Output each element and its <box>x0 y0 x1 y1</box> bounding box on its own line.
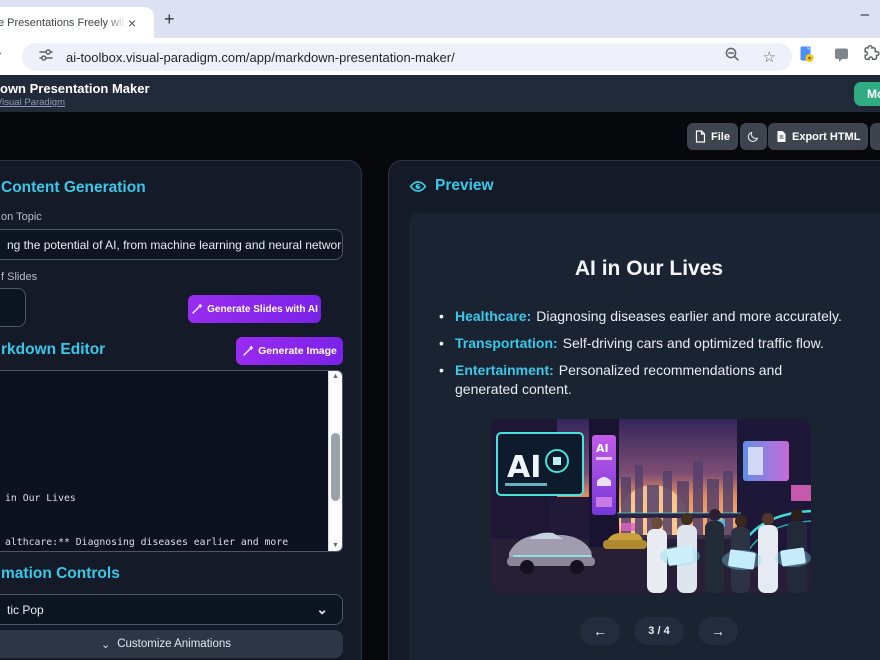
slide-bullet-list: • Healthcare: Diagnosing diseases earlier… <box>439 307 871 407</box>
editor-line <box>5 449 341 464</box>
editor-line: althcare:** Diagnosing diseases earlier … <box>5 536 341 551</box>
address-bar[interactable]: ai-toolbox.visual-paradigm.com/app/markd… <box>22 43 792 71</box>
animation-heading: mation Controls <box>1 565 120 583</box>
zoom-indicator-icon[interactable] <box>724 46 741 68</box>
generation-heading: Content Generation <box>1 179 146 197</box>
extension-icon-docs[interactable] <box>797 45 815 68</box>
bullet-dot: • <box>439 361 455 399</box>
preview-heading: Preview <box>409 177 494 195</box>
new-tab-button[interactable]: + <box>164 9 175 30</box>
next-slide-button[interactable]: → <box>698 617 738 645</box>
slide-title: AI in Our Lives <box>409 257 880 281</box>
file-icon <box>695 130 706 143</box>
customize-animations-button[interactable]: ⌄ Customize Animations <box>0 630 343 658</box>
editor-line <box>5 405 341 420</box>
app-title: own Presentation Maker <box>0 81 150 96</box>
extension-icon-gray[interactable] <box>833 46 850 68</box>
slide-count-input[interactable] <box>0 288 26 327</box>
slide-image: AI AI <box>491 419 811 593</box>
url-text: ai-toolbox.visual-paradigm.com/app/markd… <box>66 50 455 65</box>
reload-icon[interactable]: ⟳ <box>0 46 2 64</box>
tab-title: e Presentations Freely with <box>0 17 126 29</box>
editor-scrollbar[interactable]: ▲ ▼ <box>328 371 342 551</box>
extensions-puzzle-icon[interactable] <box>862 44 880 68</box>
bookmark-star-icon[interactable]: ☆ <box>763 48 776 66</box>
toolbar-button-clipped[interactable] <box>870 123 880 150</box>
more-button[interactable]: More <box>854 82 880 106</box>
slide-navigation: ← 3 / 4 → <box>419 617 880 645</box>
topic-label: on Topic <box>1 211 42 223</box>
moon-icon <box>747 130 760 143</box>
theme-toggle-button[interactable] <box>740 123 767 150</box>
slide-counter: 3 / 4 <box>634 617 684 645</box>
slide-bullet: • Transportation: Self-driving cars and o… <box>439 334 871 353</box>
bullet-text: Self-driving cars and optimized traffic … <box>563 335 824 351</box>
magic-wand-icon <box>242 345 254 357</box>
minimize-button[interactable]: – <box>861 6 869 23</box>
animation-style-value: tic Pop <box>7 603 44 617</box>
topic-input-value: ng the potential of AI, from machine lea… <box>7 238 343 252</box>
slide-preview: AI in Our Lives • Healthcare: Diagnosing … <box>409 213 880 660</box>
eye-icon <box>409 178 427 195</box>
editor-line: in Our Lives <box>5 492 341 507</box>
close-icon[interactable]: × <box>128 15 136 31</box>
bullet-dot: • <box>439 334 455 353</box>
chevron-down-icon: ⌄ <box>101 638 110 651</box>
bullet-label: Entertainment: <box>455 362 554 378</box>
markdown-editor-textarea[interactable]: in Our Lives althcare:** Diagnosing dise… <box>0 370 343 552</box>
editor-text: in Our Lives althcare:** Diagnosing dise… <box>5 376 341 552</box>
bullet-dot: • <box>439 307 455 326</box>
animation-style-select[interactable]: tic Pop ⌄ <box>0 594 343 625</box>
editor-panel: Content Generation on Topic ng the poten… <box>0 160 362 660</box>
generate-slides-button[interactable]: Generate Slides with AI <box>188 295 321 323</box>
scroll-down-icon[interactable]: ▼ <box>329 542 342 549</box>
export-html-button[interactable]: Export HTML <box>768 123 868 150</box>
bullet-text: Personalized recommendations and <box>559 362 782 378</box>
magic-wand-icon <box>191 303 203 315</box>
slide-image-graphic: AI AI <box>491 419 811 593</box>
svg-text:AI: AI <box>596 442 609 455</box>
slide-bullet: • Healthcare: Diagnosing diseases earlier… <box>439 307 871 326</box>
bullet-label: Healthcare: <box>455 308 531 324</box>
slides-label: f Slides <box>1 271 37 283</box>
export-icon <box>776 130 787 143</box>
site-settings-icon[interactable] <box>38 47 54 68</box>
generate-image-button[interactable]: Generate Image <box>236 337 343 365</box>
browser-tab-bar: e Presentations Freely with × + – <box>0 0 880 38</box>
bullet-text-line2: generated content. <box>455 380 871 399</box>
bullet-label: Transportation: <box>455 335 558 351</box>
browser-window: e Presentations Freely with × + – ⟳ ai-t… <box>0 0 880 660</box>
prev-slide-button[interactable]: ← <box>580 617 620 645</box>
visual-paradigm-link[interactable]: Visual Paradigm <box>0 97 65 108</box>
file-button[interactable]: File <box>687 123 738 150</box>
topic-input[interactable]: ng the potential of AI, from machine lea… <box>0 229 343 260</box>
svg-text:AI: AI <box>507 450 541 485</box>
bullet-text: Diagnosing diseases earlier and more acc… <box>536 308 842 324</box>
scrollbar-thumb[interactable] <box>331 433 340 501</box>
scroll-up-icon[interactable]: ▲ <box>329 373 342 380</box>
preview-panel: Preview AI in Our Lives • Healthcare: Dia… <box>388 160 880 660</box>
chevron-down-icon: ⌄ <box>316 601 328 618</box>
editor-heading: rkdown Editor <box>1 341 105 359</box>
browser-tab[interactable]: e Presentations Freely with × <box>0 7 154 38</box>
slide-bullet: • Entertainment: Personalized recommendat… <box>439 361 871 399</box>
